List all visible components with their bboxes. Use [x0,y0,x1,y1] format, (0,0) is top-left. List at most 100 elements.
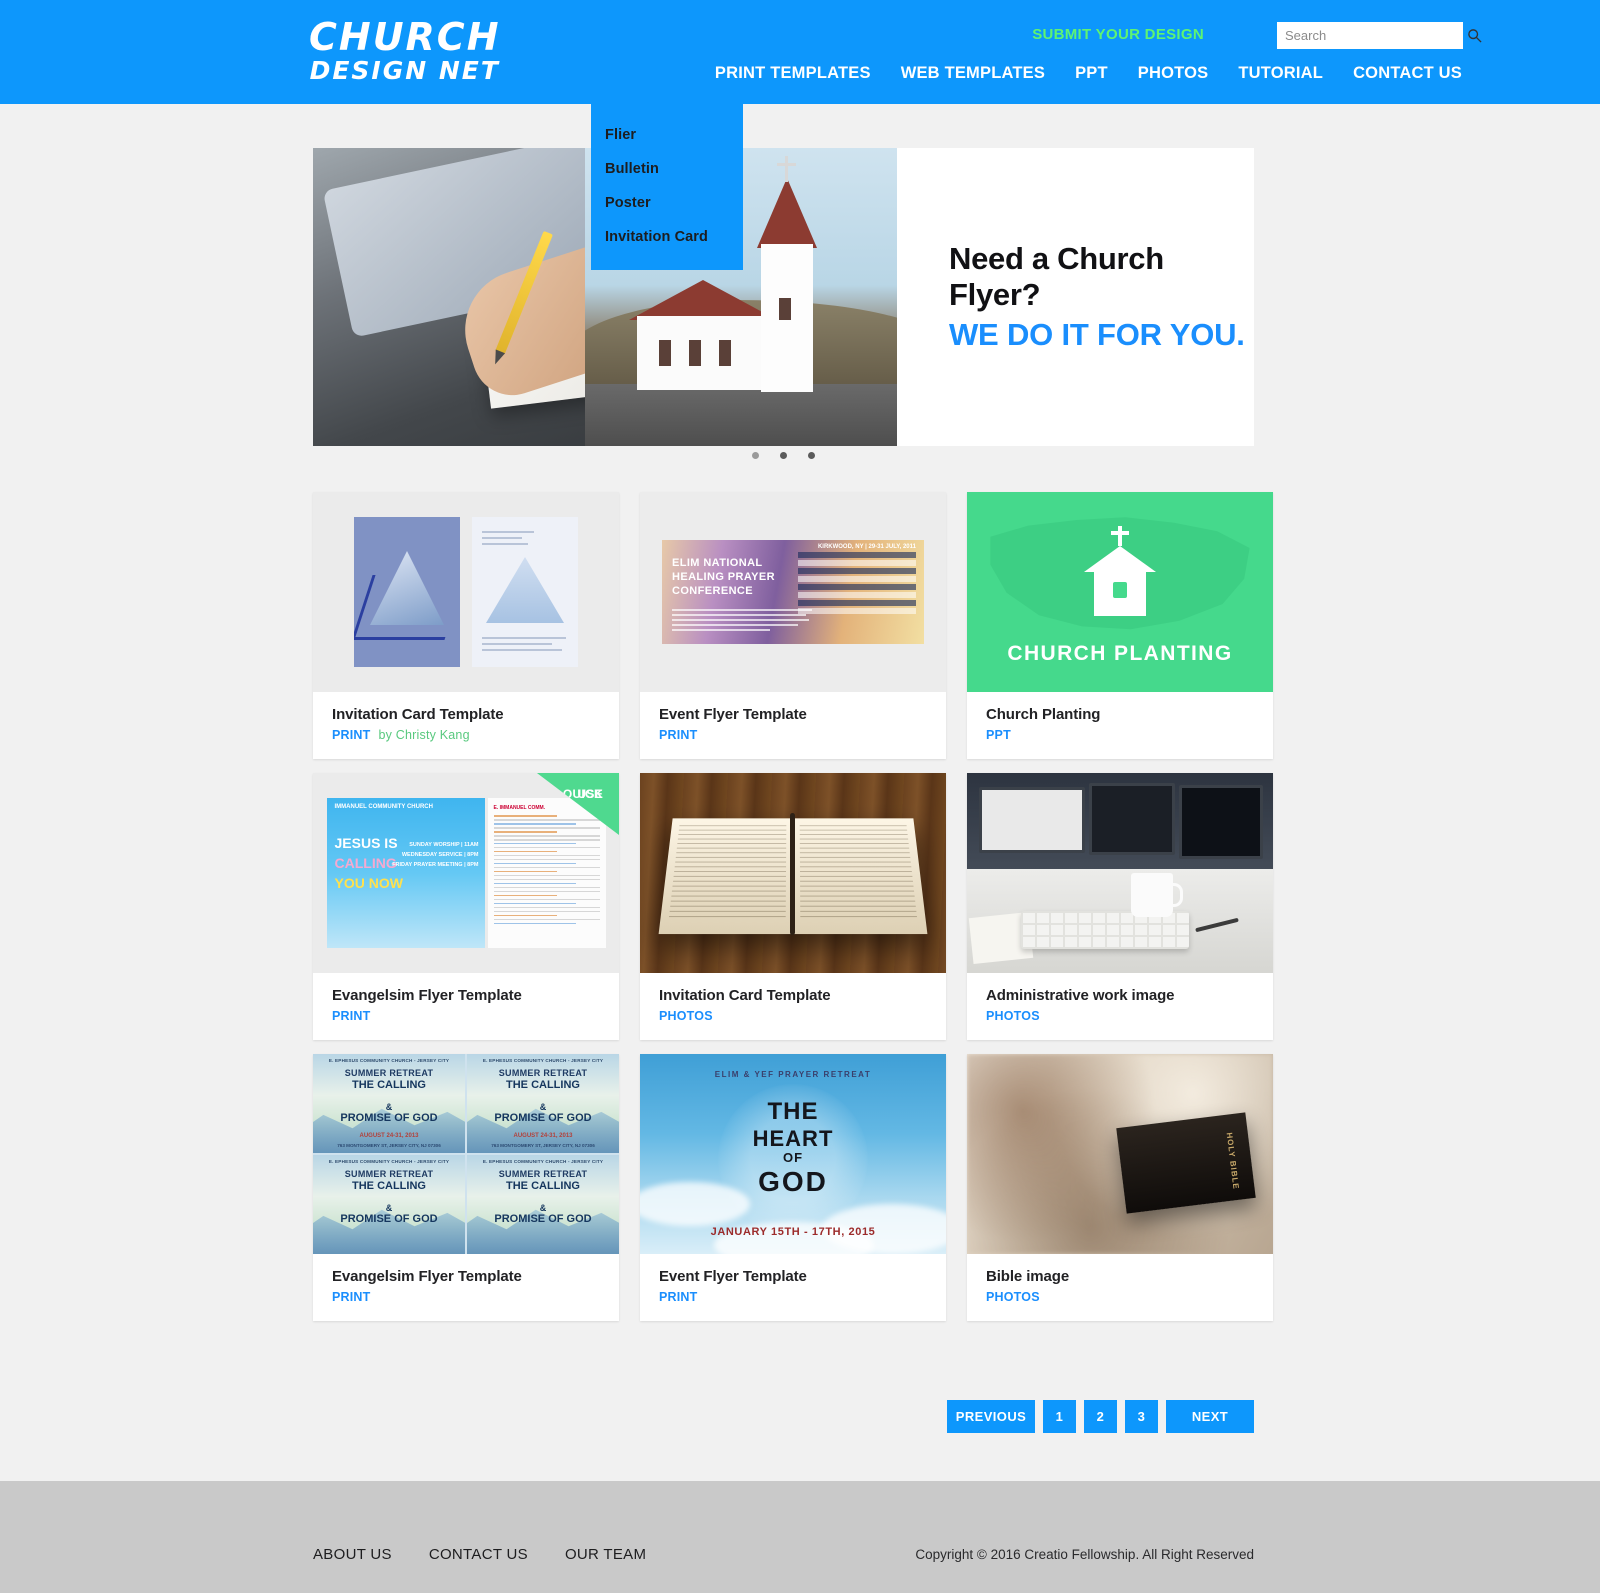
card-thumbnail-open-bible[interactable] [640,773,946,973]
footer-link-about-us[interactable]: ABOUT US [313,1546,392,1563]
dropdown-item-poster[interactable]: Poster [591,186,743,220]
carousel-dots [313,452,1254,459]
card-category[interactable]: PRINT [332,728,371,742]
dropdown-item-bulletin[interactable]: Bulletin [591,152,743,186]
footer-link-our-team[interactable]: OUR TEAM [565,1546,646,1563]
card-category[interactable]: PPT [986,728,1011,742]
template-card[interactable]: ELIM & YEF PRAYER RETREAT THE HEART OF G… [640,1054,946,1321]
pagination-next[interactable]: NEXT [1166,1400,1254,1433]
search-input[interactable] [1277,28,1467,43]
nav-item-tutorial[interactable]: TUTORIAL [1237,62,1324,85]
carousel-dot-1[interactable] [752,452,759,459]
footer-link-contact-us[interactable]: CONTACT US [429,1546,528,1563]
flyer-line-2: CALLING [334,855,397,871]
pagination-page-2[interactable]: 2 [1084,1400,1117,1433]
poster-line-1: THE CALLING [352,1180,426,1192]
grid-row: Invitation Card Template PRINT by Christy… [313,492,1273,759]
poster-amp: & [539,1102,547,1112]
card-thumbnail-evangelism-flyer[interactable]: IMMANUEL COMMUNITY CHURCH JESUS IS CALLI… [313,773,619,973]
card-title: Event Flyer Template [659,1268,807,1285]
card-body: Bible image PHOTOS [967,1254,1273,1321]
nav-item-ppt[interactable]: PPT [1074,62,1109,85]
search-box[interactable] [1277,22,1482,49]
heart-word-3: OF [782,1150,804,1165]
pagination-page-3[interactable]: 3 [1125,1400,1158,1433]
main-navigation: PRINT TEMPLATES WEB TEMPLATES PPT PHOTOS… [714,62,1463,85]
nav-item-print-templates[interactable]: PRINT TEMPLATES [714,62,872,85]
card-meta: PHOTOS [659,1009,927,1023]
template-card[interactable]: CHURCH PLANTING Church Planting PPT [967,492,1273,759]
template-card[interactable]: Administrative work image PHOTOS [967,773,1273,1040]
carousel-dot-2[interactable] [780,452,787,459]
card-author[interactable]: by Christy Kang [379,728,470,742]
poster-address: 763 MONTGOMERY ST, JERSEY CITY, NJ 07306 [491,1143,595,1148]
poster-sub: SUMMER RETREAT [498,1169,588,1179]
site-logo[interactable]: CHURCH DESIGN NET [309,18,501,83]
carousel-dot-3[interactable] [808,452,815,459]
hero-carousel[interactable]: Need a Church Flyer? WE DO IT FOR YOU. [313,148,1254,446]
poster-tile: E. EPHESUS COMMUNITY CHURCH - JERSEY CIT… [467,1054,619,1153]
hero-subheadline: WE DO IT FOR YOU. [949,317,1245,352]
poster-header: E. EPHESUS COMMUNITY CHURCH - JERSEY CIT… [482,1058,604,1063]
poster-amp: & [385,1102,393,1112]
card-category[interactable]: PRINT [659,728,698,742]
dropdown-item-flier[interactable]: Flier [591,118,743,152]
search-icon[interactable] [1467,22,1482,49]
hero-headline: Need a Church Flyer? [949,241,1164,312]
nav-item-photos[interactable]: PHOTOS [1137,62,1210,85]
thumbnail-label: CHURCH PLANTING [1007,642,1233,665]
card-title: Evangelsim Flyer Template [332,987,522,1004]
poster-amp: & [385,1203,393,1213]
card-thumbnail-invitation-cards[interactable] [313,492,619,692]
poster-amp: & [539,1203,547,1213]
grid-row: E. EPHESUS COMMUNITY CHURCH - JERSEY CIT… [313,1054,1273,1321]
submit-your-design-link[interactable]: SUBMIT YOUR DESIGN [1032,26,1204,43]
card-category[interactable]: PHOTOS [986,1009,1040,1023]
card-thumbnail-heart-of-god[interactable]: ELIM & YEF PRAYER RETREAT THE HEART OF G… [640,1054,946,1254]
flyer-line-3: YOU NOW [334,875,403,891]
poster-header: E. EPHESUS COMMUNITY CHURCH - JERSEY CIT… [482,1159,604,1164]
card-body: Invitation Card Template PRINT by Christy… [313,692,619,759]
card-category[interactable]: PHOTOS [659,1009,713,1023]
pagination-page-1[interactable]: 1 [1043,1400,1076,1433]
poster-address: 763 MONTGOMERY ST, JERSEY CITY, NJ 07306 [337,1143,441,1148]
poster-tile: E. EPHESUS COMMUNITY CHURCH - JERSEY CIT… [467,1155,619,1254]
dropdown-item-invitation-card[interactable]: Invitation Card [591,220,743,254]
card-body: Event Flyer Template PRINT [640,1254,946,1321]
template-card[interactable]: KIRKWOOD, NY | 29-31 JULY, 2011 ELIM NAT… [640,492,946,759]
card-meta: PRINT [332,1009,600,1023]
card-body: Church Planting PPT [967,692,1273,759]
template-card[interactable]: IMMANUEL COMMUNITY CHURCH JESUS IS CALLI… [313,773,619,1040]
pagination-previous[interactable]: PREVIOUS [947,1400,1035,1433]
poster-line-2: PROMISE OF GOD [340,1112,438,1124]
poster-line-1: THE CALLING [352,1079,426,1091]
card-category[interactable]: PRINT [332,1009,371,1023]
card-thumbnail-church-planting[interactable]: CHURCH PLANTING [967,492,1273,692]
card-meta: PRINT [332,1290,600,1304]
card-category[interactable]: PRINT [659,1290,698,1304]
flyer-line-1: JESUS IS [334,835,398,851]
footer-links: ABOUT US CONTACT US OUR TEAM [313,1546,646,1563]
church-house-icon [1084,526,1156,616]
nav-item-contact-us[interactable]: CONTACT US [1352,62,1463,85]
template-card[interactable]: E. EPHESUS COMMUNITY CHURCH - JERSEY CIT… [313,1054,619,1321]
card-thumbnail-administrative-desk[interactable] [967,773,1273,973]
card-thumbnail-summer-retreat-posters[interactable]: E. EPHESUS COMMUNITY CHURCH - JERSEY CIT… [313,1054,619,1254]
card-body: Evangelsim Flyer Template PRINT [313,973,619,1040]
card-thumbnail-healing-prayer-conference[interactable]: KIRKWOOD, NY | 29-31 JULY, 2011 ELIM NAT… [640,492,946,692]
card-meta: PHOTOS [986,1290,1254,1304]
template-card[interactable]: Invitation Card Template PHOTOS [640,773,946,1040]
template-card[interactable]: HOLY BIBLE Bible image PHOTOS [967,1054,1273,1321]
card-category[interactable]: PRINT [332,1290,371,1304]
card-meta: PPT [986,728,1254,742]
banner-location: KIRKWOOD, NY | 29-31 JULY, 2011 [817,544,916,550]
card-body: Invitation Card Template PHOTOS [640,973,946,1040]
card-title: Administrative work image [986,987,1175,1004]
nav-item-web-templates[interactable]: WEB TEMPLATES [900,62,1046,85]
poster-line-1: THE CALLING [506,1079,580,1091]
card-category[interactable]: PHOTOS [986,1290,1040,1304]
template-card[interactable]: Invitation Card Template PRINT by Christy… [313,492,619,759]
card-body: Administrative work image PHOTOS [967,973,1273,1040]
card-thumbnail-bible-image[interactable]: HOLY BIBLE [967,1054,1273,1254]
template-grid: Invitation Card Template PRINT by Christy… [313,492,1273,1335]
